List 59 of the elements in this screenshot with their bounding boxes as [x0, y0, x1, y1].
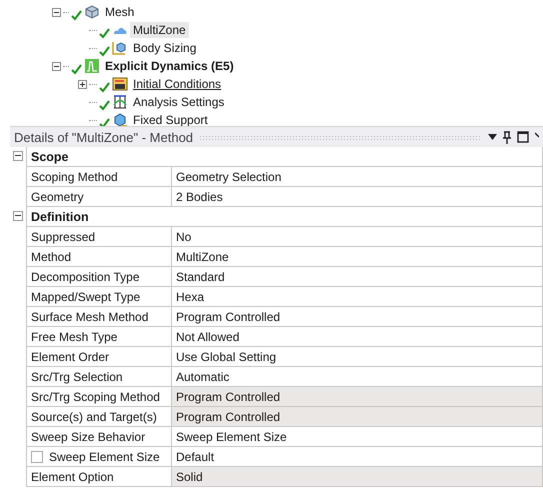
property-name: Method [31, 250, 72, 264]
check-mark-icon [99, 46, 110, 56]
property-name: Src/Trg Selection [31, 370, 123, 384]
property-name: Decomposition Type [31, 270, 140, 284]
fixed-support-icon [112, 112, 128, 126]
pin-icon[interactable] [503, 130, 511, 144]
property-value[interactable]: Program Controlled [172, 387, 543, 407]
property-value[interactable]: Solid [172, 467, 543, 487]
panel-title: Details of "MultiZone" - Method [14, 130, 194, 144]
check-mark-icon [99, 28, 110, 38]
sizing-cube-icon [112, 40, 128, 56]
check-mark-icon [99, 82, 110, 92]
analysis-settings-icon [112, 94, 128, 110]
analysis-graph-icon [84, 58, 100, 74]
check-mark-icon [71, 10, 82, 20]
check-mark-icon [99, 118, 110, 126]
tree-item[interactable]: MultiZone [130, 22, 189, 38]
property-value[interactable]: Geometry Selection [172, 167, 543, 187]
property-value[interactable]: Default [172, 447, 543, 467]
check-mark-icon [99, 100, 110, 110]
tree-item[interactable]: Body Sizing [130, 40, 200, 56]
property-value[interactable]: 2 Bodies [172, 187, 543, 207]
property-name: Sweep Element Size [49, 450, 160, 464]
tree-item[interactable]: Analysis Settings [130, 94, 228, 110]
property-value[interactable]: MultiZone [172, 247, 543, 267]
initial-conditions-icon [112, 76, 128, 92]
property-value[interactable]: Not Allowed [172, 327, 543, 347]
property-value[interactable]: Program Controlled [172, 407, 543, 427]
property-name: Element Option [31, 470, 114, 484]
property-name: Sweep Size Behavior [31, 430, 146, 444]
tree-item[interactable]: Initial Conditions [130, 76, 224, 92]
property-value[interactable]: Use Global Setting [172, 347, 543, 367]
collapse-toggle[interactable] [52, 62, 61, 70]
property-value[interactable]: Hexa [172, 287, 543, 307]
property-value[interactable]: Program Controlled [172, 307, 543, 327]
section-toggle[interactable] [13, 211, 23, 221]
expand-toggle[interactable] [78, 80, 87, 88]
collapse-toggle[interactable] [52, 8, 61, 16]
tree-item[interactable]: Explicit Dynamics (E5) [102, 58, 237, 74]
cube-mesh-icon [84, 4, 100, 20]
property-name: Suppressed [31, 230, 96, 244]
dropdown-arrow-icon[interactable] [488, 134, 497, 140]
maximize-icon[interactable] [517, 131, 529, 143]
property-value[interactable]: No [172, 227, 543, 247]
property-name: Geometry [31, 190, 84, 204]
tree-item[interactable]: Mesh [102, 4, 138, 20]
property-name: Src/Trg Scoping Method [31, 390, 160, 404]
property-name: Free Mesh Type [31, 330, 118, 344]
check-mark-icon [71, 64, 82, 74]
property-value[interactable]: Automatic [172, 367, 543, 387]
property-name: Scoping Method [31, 170, 118, 184]
property-name: Mapped/Swept Type [31, 290, 140, 304]
property-value[interactable]: Sweep Element Size [172, 427, 543, 447]
section-toggle[interactable] [13, 151, 23, 161]
property-name: Surface Mesh Method [31, 310, 148, 324]
property-name: Source(s) and Target(s) [31, 410, 157, 424]
property-name: Element Order [31, 350, 110, 364]
checkbox[interactable] [31, 450, 43, 462]
property-value[interactable]: Standard [172, 267, 543, 287]
